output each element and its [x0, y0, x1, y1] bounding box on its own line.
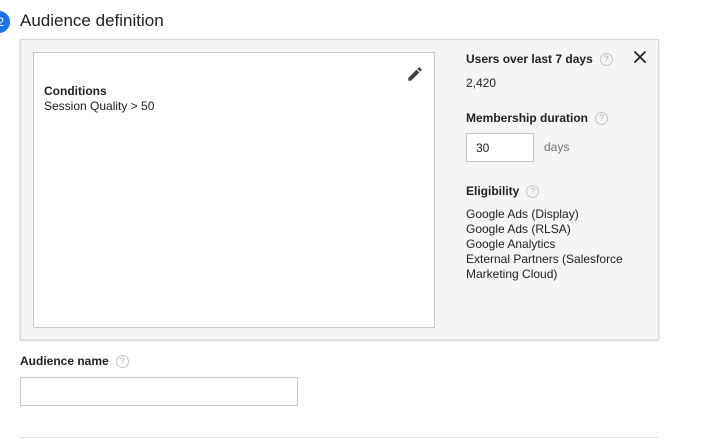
- step-number-badge: 2: [0, 11, 10, 33]
- section-title: Audience definition: [20, 11, 164, 30]
- pencil-icon[interactable]: [406, 65, 424, 83]
- eligibility-label-row: Eligibility?: [466, 184, 540, 198]
- close-icon[interactable]: [633, 50, 647, 64]
- eligibility-item: External Partners (Salesforce Marketing …: [466, 252, 623, 281]
- eligibility-item: Google Ads (Display): [466, 207, 579, 221]
- help-icon[interactable]: ?: [595, 112, 609, 125]
- eligibility-label: Eligibility: [466, 184, 520, 198]
- help-icon[interactable]: ?: [599, 53, 613, 66]
- help-icon[interactable]: ?: [115, 355, 129, 368]
- audience-definition-card: Conditions Session Quality > 50 Users ov…: [20, 39, 659, 340]
- eligibility-item: Google Ads (RLSA): [466, 222, 571, 236]
- eligibility-item: Google Analytics: [466, 237, 556, 251]
- users-label: Users over last 7 days: [466, 52, 593, 66]
- users-count: 2,420: [466, 76, 497, 90]
- membership-duration-input[interactable]: [466, 133, 534, 162]
- membership-label-row: Membership duration?: [466, 111, 609, 125]
- section-divider: [20, 437, 659, 438]
- users-label-row: Users over last 7 days?: [466, 52, 613, 66]
- duration-unit-label: days: [544, 140, 570, 154]
- audience-name-label: Audience name?: [20, 354, 129, 368]
- help-icon[interactable]: ?: [526, 185, 540, 198]
- audience-name-input[interactable]: [20, 377, 298, 406]
- conditions-title: Conditions: [44, 84, 107, 98]
- audience-summary-panel: Users over last 7 days? 2,420 Membership…: [466, 40, 656, 339]
- condition-rule: Session Quality > 50: [44, 99, 155, 113]
- conditions-panel[interactable]: Conditions Session Quality > 50: [33, 52, 435, 328]
- membership-duration-label: Membership duration: [466, 111, 589, 125]
- eligibility-list: Google Ads (Display) Google Ads (RLSA) G…: [466, 207, 656, 282]
- audience-name-label-text: Audience name: [20, 354, 109, 368]
